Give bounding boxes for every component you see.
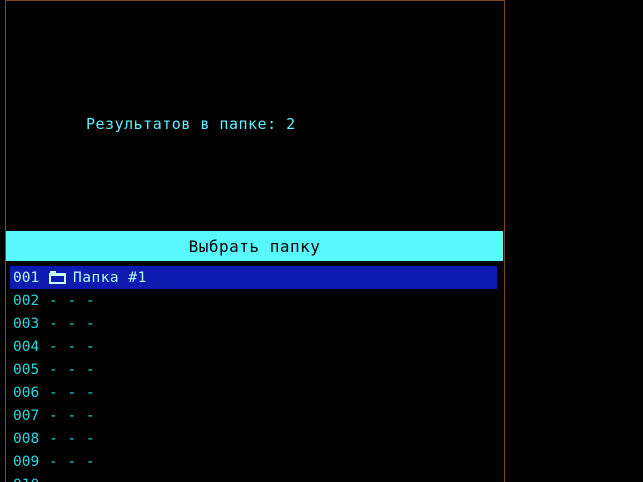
folder-row-007[interactable]: 007 - - - <box>10 404 497 427</box>
folder-row-008[interactable]: 008 - - - <box>10 427 497 450</box>
empty-slot-placeholder: - - - <box>49 407 96 424</box>
row-number: 003 <box>13 315 40 332</box>
folder-name: Папка #1 <box>73 269 147 286</box>
empty-slot-placeholder: - - - <box>49 453 96 470</box>
empty-slot-placeholder: - - - <box>49 430 96 447</box>
folder-row-010[interactable]: 010 - - - <box>10 473 497 482</box>
folder-list: 001 Папка #1 002 - - - 003 - - - 004 - -… <box>10 266 497 482</box>
folder-row-003[interactable]: 003 - - - <box>10 312 497 335</box>
empty-slot-placeholder: - - - <box>49 384 96 401</box>
results-count-text: Результатов в папке: 2 <box>86 115 296 133</box>
row-number: 007 <box>13 407 40 424</box>
row-number: 001 <box>13 269 40 286</box>
header-title: Выбрать папку <box>188 236 321 256</box>
header-bar: Выбрать папку <box>6 231 503 261</box>
folder-icon <box>49 271 66 284</box>
row-number: 008 <box>13 430 40 447</box>
empty-slot-placeholder: - - - <box>49 292 96 309</box>
row-number: 010 <box>10 477 49 482</box>
empty-slot-placeholder: - - - <box>49 361 96 378</box>
row-number: 006 <box>13 384 40 401</box>
row-number: 004 <box>13 338 40 355</box>
empty-slot-placeholder: - - - <box>49 338 96 355</box>
folder-row-004[interactable]: 004 - - - <box>10 335 497 358</box>
folder-row-002[interactable]: 002 - - - <box>10 289 497 312</box>
folder-row-001[interactable]: 001 Папка #1 <box>10 266 497 289</box>
row-number: 005 <box>13 361 40 378</box>
row-number: 002 <box>13 292 40 309</box>
folder-row-006[interactable]: 006 - - - <box>10 381 497 404</box>
info-panel: Результатов в папке: 2 <box>6 1 504 229</box>
empty-slot-placeholder: - - - <box>49 315 96 332</box>
row-number: 009 <box>13 453 40 470</box>
right-panel <box>504 0 643 482</box>
empty-slot-placeholder: - - - <box>49 477 95 482</box>
folder-row-009[interactable]: 009 - - - <box>10 450 497 473</box>
folder-row-005[interactable]: 005 - - - <box>10 358 497 381</box>
